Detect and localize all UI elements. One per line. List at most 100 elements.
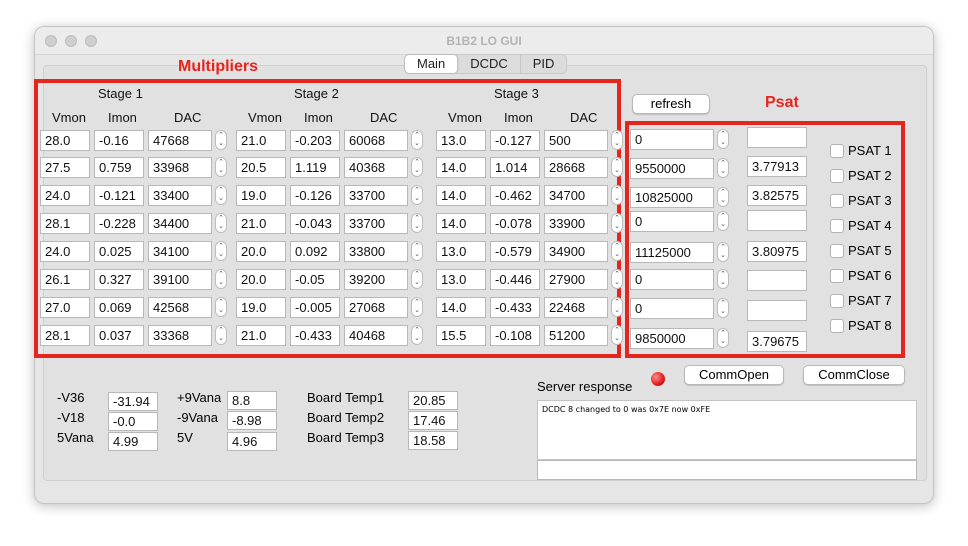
stage-2-dac-stepper[interactable]: ⌃ ⌄ xyxy=(411,213,423,233)
stage-1-dac-stepper[interactable]: ⌃ ⌄ xyxy=(215,269,227,289)
psat-3-checkbox[interactable] xyxy=(830,194,844,208)
psat-setpoint-stepper[interactable]: ⌃ ⌄ xyxy=(717,328,729,348)
psat-6-checkbox[interactable] xyxy=(830,269,844,283)
stage-3-vmon-field: 14.0 xyxy=(436,185,486,206)
stage-1-dac-stepper[interactable]: ⌃ ⌄ xyxy=(215,185,227,205)
stage-2-dac-field[interactable]: 33800 xyxy=(344,241,408,262)
stage-1-dac-stepper[interactable]: ⌃ ⌄ xyxy=(215,157,227,177)
tab-dcdc[interactable]: DCDC xyxy=(458,55,521,73)
psat-2-checkbox[interactable] xyxy=(830,169,844,183)
stage-3-dac-stepper[interactable]: ⌃ ⌄ xyxy=(611,297,623,317)
stage-2-dac-stepper[interactable]: ⌃ ⌄ xyxy=(411,241,423,261)
psat-setpoint-stepper[interactable]: ⌃ ⌄ xyxy=(717,269,729,289)
psat-7-checkbox[interactable] xyxy=(830,294,844,308)
psat-annotation: Psat xyxy=(765,94,799,111)
stage-1-dac-field[interactable]: 34400 xyxy=(148,213,212,234)
psat-readback-field: 3.80975 xyxy=(747,241,807,262)
stage-3-dac-stepper[interactable]: ⌃ ⌄ xyxy=(611,185,623,205)
stage-2-dac-field[interactable]: 33700 xyxy=(344,185,408,206)
psat-setpoint-field[interactable]: 9850000 xyxy=(630,328,714,349)
stage-2-vmon-field: 19.0 xyxy=(236,297,286,318)
stage-3-dac-field[interactable]: 28668 xyxy=(544,157,608,178)
stage-3-dac-field[interactable]: 27900 xyxy=(544,269,608,290)
stage-1-dac-field[interactable]: 33968 xyxy=(148,157,212,178)
psat-setpoint-stepper[interactable]: ⌃ ⌄ xyxy=(717,158,729,178)
stage-3-dac-field[interactable]: 51200 xyxy=(544,325,608,346)
v18-label: -V18 xyxy=(57,410,85,425)
stage-2-imon-field: 1.119 xyxy=(290,157,340,178)
stage-1-dac-stepper[interactable]: ⌃ ⌄ xyxy=(215,213,227,233)
psat-4-checkbox[interactable] xyxy=(830,219,844,233)
stage-1-imon-field: -0.228 xyxy=(94,213,144,234)
stage-2-dac-stepper[interactable]: ⌃ ⌄ xyxy=(411,269,423,289)
refresh-button[interactable]: refresh xyxy=(632,94,710,114)
tab-pid[interactable]: PID xyxy=(521,55,567,73)
command-input[interactable] xyxy=(537,460,917,480)
stage-3-dac-stepper[interactable]: ⌃ ⌄ xyxy=(611,241,623,261)
stage-2-dac-field[interactable]: 40368 xyxy=(344,157,408,178)
stage-2-dac-field[interactable]: 40468 xyxy=(344,325,408,346)
stage-3-dac-stepper[interactable]: ⌃ ⌄ xyxy=(611,157,623,177)
psat-setpoint-stepper[interactable]: ⌃ ⌄ xyxy=(717,242,729,262)
stage-3-imon-field: -0.108 xyxy=(490,325,540,346)
board-temp-2-value: 17.46 xyxy=(408,411,458,430)
stage-1-dac-field[interactable]: 34100 xyxy=(148,241,212,262)
psat-setpoint-field[interactable]: 0 xyxy=(630,211,714,232)
psat-setpoint-field[interactable]: 11125000 xyxy=(630,242,714,263)
stage-3-dac-header: DAC xyxy=(570,110,598,125)
stage-1-dac-stepper[interactable]: ⌃ ⌄ xyxy=(215,130,227,150)
stage-2-dac-stepper[interactable]: ⌃ ⌄ xyxy=(411,297,423,317)
psat-setpoint-field[interactable]: 10825000 xyxy=(630,187,714,208)
stage-3-dac-stepper[interactable]: ⌃ ⌄ xyxy=(611,325,623,345)
psat-setpoint-stepper[interactable]: ⌃ ⌄ xyxy=(717,211,729,231)
psat-setpoint-stepper[interactable]: ⌃ ⌄ xyxy=(717,298,729,318)
stage-2-dac-stepper[interactable]: ⌃ ⌄ xyxy=(411,325,423,345)
stage-2-dac-stepper[interactable]: ⌃ ⌄ xyxy=(411,185,423,205)
stage-1-vmon-field: 24.0 xyxy=(40,241,90,262)
stage-2-imon-field: -0.05 xyxy=(290,269,340,290)
stage-2-dac-header: DAC xyxy=(370,110,398,125)
psat-1-checkbox[interactable] xyxy=(830,144,844,158)
stage-3-dac-field[interactable]: 33900 xyxy=(544,213,608,234)
psat-8-label: PSAT 8 xyxy=(848,318,892,333)
stage-1-dac-field[interactable]: 47668 xyxy=(148,130,212,151)
stage-2-dac-field[interactable]: 27068 xyxy=(344,297,408,318)
psat-5-checkbox[interactable] xyxy=(830,244,844,258)
stage-2-dac-stepper[interactable]: ⌃ ⌄ xyxy=(411,130,423,150)
stage-1-dac-field[interactable]: 39100 xyxy=(148,269,212,290)
stage-3-dac-field[interactable]: 22468 xyxy=(544,297,608,318)
stage-3-dac-stepper[interactable]: ⌃ ⌄ xyxy=(611,130,623,150)
psat-2-label: PSAT 2 xyxy=(848,168,892,183)
stage-1-dac-stepper[interactable]: ⌃ ⌄ xyxy=(215,325,227,345)
psat-setpoint-field[interactable]: 9550000 xyxy=(630,158,714,179)
stage-3-dac-field[interactable]: 34900 xyxy=(544,241,608,262)
psat-setpoint-field[interactable]: 0 xyxy=(630,269,714,290)
stage-2-dac-stepper[interactable]: ⌃ ⌄ xyxy=(411,157,423,177)
psat-8-checkbox[interactable] xyxy=(830,319,844,333)
stage-3-vmon-field: 13.0 xyxy=(436,269,486,290)
9vana-label: +9Vana xyxy=(177,390,222,405)
psat-setpoint-field[interactable]: 0 xyxy=(630,129,714,150)
stage-3-dac-stepper[interactable]: ⌃ ⌄ xyxy=(611,213,623,233)
stage-1-dac-field[interactable]: 42568 xyxy=(148,297,212,318)
psat-setpoint-stepper[interactable]: ⌃ ⌄ xyxy=(717,129,729,149)
9vana-value: -8.98 xyxy=(227,411,277,430)
stage-3-dac-field[interactable]: 500 xyxy=(544,130,608,151)
stage-1-dac-field[interactable]: 33400 xyxy=(148,185,212,206)
stage-2-vmon-field: 21.0 xyxy=(236,130,286,151)
stage-1-dac-stepper[interactable]: ⌃ ⌄ xyxy=(215,241,227,261)
psat-setpoint-field[interactable]: 0 xyxy=(630,298,714,319)
comm-open-button[interactable]: CommOpen xyxy=(684,365,784,385)
stage-3-dac-field[interactable]: 34700 xyxy=(544,185,608,206)
stage-2-dac-field[interactable]: 39200 xyxy=(344,269,408,290)
comm-close-button[interactable]: CommClose xyxy=(803,365,905,385)
stage-1-dac-field[interactable]: 33368 xyxy=(148,325,212,346)
server-response-log[interactable]: DCDC 8 changed to 0 was 0x7E now 0xFE xyxy=(537,400,917,460)
psat-setpoint-stepper[interactable]: ⌃ ⌄ xyxy=(717,187,729,207)
stage-2-dac-field[interactable]: 60068 xyxy=(344,130,408,151)
stage-1-imon-field: -0.16 xyxy=(94,130,144,151)
stage-1-dac-stepper[interactable]: ⌃ ⌄ xyxy=(215,297,227,317)
stage-3-dac-stepper[interactable]: ⌃ ⌄ xyxy=(611,269,623,289)
stage-2-dac-field[interactable]: 33700 xyxy=(344,213,408,234)
tab-main[interactable]: Main xyxy=(405,55,459,73)
